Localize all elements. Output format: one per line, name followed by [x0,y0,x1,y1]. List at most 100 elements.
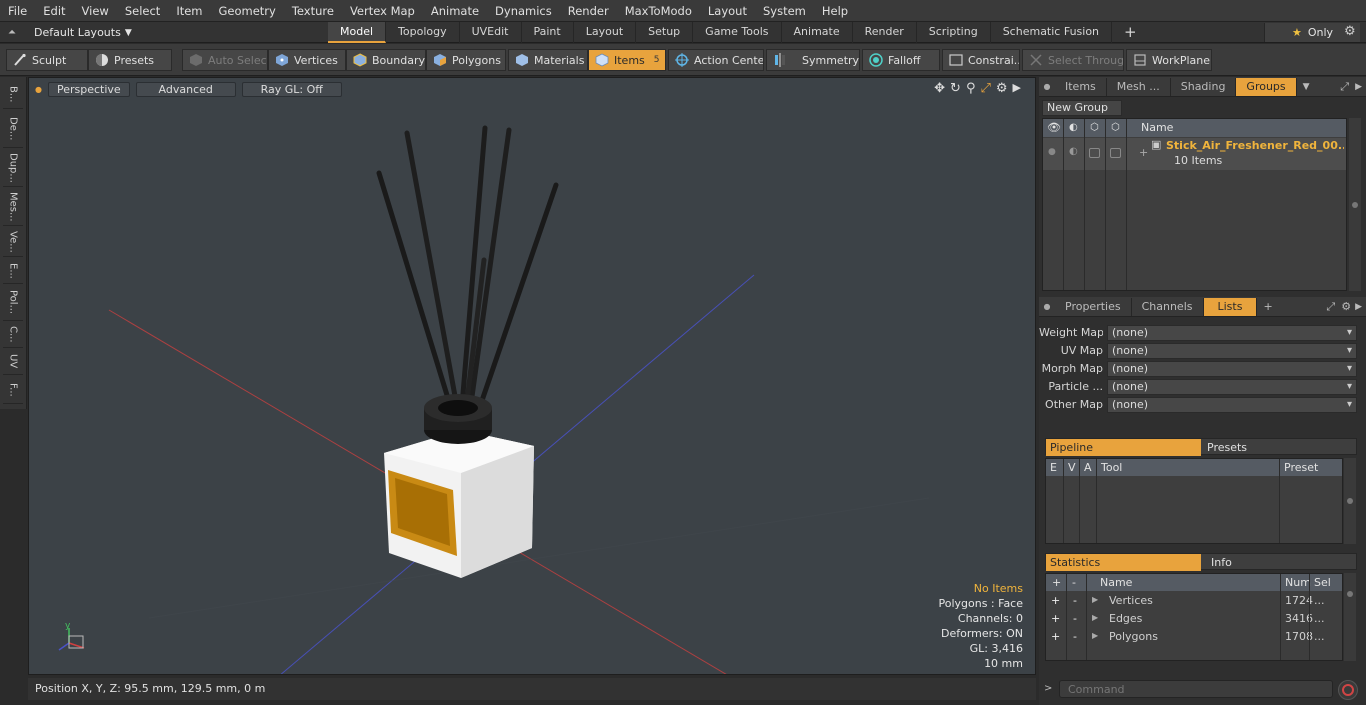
command-input[interactable] [1059,680,1333,698]
statistics-scrollbar[interactable] [1344,573,1356,661]
tab-layout[interactable]: Layout [574,22,637,43]
stats-add-icon[interactable]: + [1051,612,1060,625]
stats-remove-icon[interactable]: - [1073,630,1077,643]
stats-row-edges[interactable]: + - ▶ Edges 3416 ... [1046,610,1342,628]
menu-select[interactable]: Select [117,0,168,22]
tab-game-tools[interactable]: Game Tools [693,22,782,43]
menu-edit[interactable]: Edit [35,0,73,22]
tab-model[interactable]: Model [328,22,387,43]
tab-render[interactable]: Render [853,22,917,43]
props-gear-icon[interactable]: ⚙ [1341,300,1351,313]
left-tab-fusion[interactable]: F... [3,376,23,404]
visibility-icon[interactable]: ● [1048,147,1056,157]
menu-layout[interactable]: Layout [700,0,755,22]
stats-row-vertices[interactable]: + - ▶ Vertices 1724 ... [1046,592,1342,610]
3d-viewport[interactable]: y ● Perspective Advanced Ray GL: Off ✥ ↻… [28,77,1036,675]
constraints-button[interactable]: Constrai... [942,49,1020,71]
info-tab[interactable]: Info [1203,554,1353,571]
workplane-button[interactable]: WorkPlane [1126,49,1212,71]
left-tab-edge[interactable]: E... [3,258,23,284]
tab-paint[interactable]: Paint [522,22,574,43]
panel-expand-icon[interactable]: ⤢ [1340,80,1349,94]
panel-arrow-icon[interactable]: ▶ [1355,82,1362,92]
maximize-icon[interactable]: ⤢ [980,81,990,96]
tab-uvedit[interactable]: UVEdit [460,22,522,43]
group-name[interactable]: Stick_Air_Freshener_Red_00... [1166,139,1344,152]
pipeline-tab[interactable]: Pipeline [1046,439,1201,456]
menu-view[interactable]: View [74,0,117,22]
morph-map-select[interactable]: (none) [1107,361,1357,377]
weight-map-select[interactable]: (none) [1107,325,1357,341]
tab-animate[interactable]: Animate [782,22,853,43]
polygons-button[interactable]: Polygons [426,49,506,71]
select-toggle[interactable] [1110,148,1121,158]
presets-tab[interactable]: Presets [1203,439,1353,456]
menu-maxtomodo[interactable]: MaxToModo [617,0,700,22]
left-tab-vertex[interactable]: Ve... [3,227,23,257]
menu-texture[interactable]: Texture [284,0,342,22]
action-center-button[interactable]: Action Center [668,49,764,71]
tab-channels[interactable]: Channels [1132,297,1204,316]
left-tab-mesh[interactable]: Mes... [3,188,23,226]
pipeline-scrollbar[interactable] [1344,458,1356,544]
auto-select-button[interactable]: Auto Select [182,49,268,71]
other-map-select[interactable]: (none) [1107,397,1357,413]
menu-dynamics[interactable]: Dynamics [487,0,560,22]
add-tab-icon[interactable]: + [1263,300,1272,313]
group-row[interactable]: ● ◐ + ▣ Stick_Air_Freshener_Red_00... 10… [1043,138,1346,170]
stats-remove-icon[interactable]: - [1073,612,1077,625]
view-advanced-button[interactable]: Advanced [135,82,236,97]
expand-arrow-icon[interactable]: ▶ [1013,81,1021,96]
tab-properties[interactable]: Properties [1055,297,1132,316]
render-toggle-icon[interactable]: ◐ [1069,146,1078,157]
stats-add-icon[interactable]: + [1051,594,1060,607]
menu-geometry[interactable]: Geometry [211,0,284,22]
groups-scrollbar[interactable] [1349,118,1361,291]
props-arrow-icon[interactable]: ▶ [1355,302,1362,312]
menu-help[interactable]: Help [814,0,856,22]
left-tab-basic[interactable]: B... [3,81,23,109]
left-tab-duplicate[interactable]: Dup... [3,149,23,187]
vertices-button[interactable]: Vertices 1 [268,49,346,71]
left-tab-uv[interactable]: UV [3,349,23,375]
items-button[interactable]: Items 5 [588,49,666,71]
boundary-button[interactable]: Boundary [346,49,426,71]
rotate-icon[interactable]: ↻ [950,81,961,96]
raygl-button[interactable]: Ray GL: Off [241,82,342,97]
tab-lists[interactable]: Lists [1203,297,1258,316]
expand-triangle-icon[interactable]: ▶ [1092,613,1098,622]
menu-vertex-map[interactable]: Vertex Map [342,0,423,22]
lock-toggle[interactable] [1089,148,1100,158]
stats-row-polygons[interactable]: + - ▶ Polygons 1708 ... [1046,628,1342,646]
stats-add-icon[interactable]: + [1051,630,1060,643]
zoom-icon[interactable]: ⚲ [966,81,976,96]
uv-map-select[interactable]: (none) [1107,343,1357,359]
symmetry-button[interactable]: Symmetry [766,49,860,71]
menu-file[interactable]: File [0,0,35,22]
tab-mesh[interactable]: Mesh ... [1107,77,1171,96]
left-tab-polygon[interactable]: Pol... [3,285,23,321]
gear-icon[interactable]: ⚙ [1344,24,1356,39]
move-icon[interactable]: ✥ [934,81,945,96]
particle-map-select[interactable]: (none) [1107,379,1357,395]
statistics-tab[interactable]: Statistics [1046,554,1201,571]
menu-item[interactable]: Item [168,0,210,22]
left-tab-deform[interactable]: De... [3,110,23,148]
select-through-button[interactable]: Select Through [1022,49,1124,71]
tab-topology[interactable]: Topology [386,22,460,43]
add-tab-button[interactable]: + [1112,22,1149,43]
presets-button[interactable]: Presets [88,49,172,71]
materials-button[interactable]: Materials [508,49,588,71]
menu-render[interactable]: Render [560,0,617,22]
falloff-button[interactable]: Falloff [862,49,940,71]
new-group-button[interactable]: New Group [1042,100,1122,116]
sculpt-button[interactable]: Sculpt [6,49,88,71]
tab-setup[interactable]: Setup [636,22,694,43]
view-perspective-button[interactable]: Perspective [47,82,130,97]
menu-system[interactable]: System [755,0,814,22]
tab-groups[interactable]: Groups [1236,77,1297,96]
tab-schematic-fusion[interactable]: Schematic Fusion [991,22,1113,43]
menu-animate[interactable]: Animate [423,0,487,22]
tab-scripting[interactable]: Scripting [917,22,991,43]
tab-items[interactable]: Items [1055,77,1107,96]
